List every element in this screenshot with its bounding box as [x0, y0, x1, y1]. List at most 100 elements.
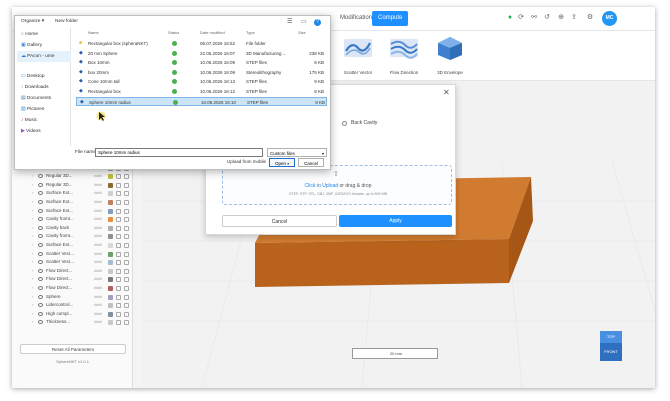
color-swatch[interactable]: [108, 243, 113, 248]
checkbox[interactable]: [124, 320, 129, 326]
open-button[interactable]: Open ▾: [269, 158, 295, 167]
checkbox[interactable]: [124, 243, 129, 248]
color-swatch[interactable]: [108, 174, 113, 180]
parameter-row[interactable]: › Thickness... ####: [12, 318, 133, 326]
chevron-right-icon[interactable]: ›: [32, 232, 33, 240]
checkbox[interactable]: [116, 208, 121, 214]
view-cube-top[interactable]: TOP: [600, 331, 622, 343]
checkbox[interactable]: [124, 234, 129, 240]
visibility-icon[interactable]: [38, 286, 43, 290]
color-swatch[interactable]: [108, 182, 113, 188]
checkbox[interactable]: [116, 225, 121, 231]
nav-item-downloads[interactable]: ↓ Downloads: [21, 82, 63, 93]
checkbox[interactable]: [124, 303, 129, 309]
view-cube-front[interactable]: FRONT: [600, 343, 622, 361]
nav-item-gallery[interactable]: ▣ Gallery: [21, 40, 63, 51]
history-icon[interactable]: ↺: [543, 14, 551, 22]
visibility-icon[interactable]: [38, 277, 43, 282]
nav-item-home[interactable]: ⌂ Home: [21, 29, 63, 40]
filetype-select[interactable]: Custom files ▾: [267, 148, 327, 157]
checkbox[interactable]: [116, 234, 121, 240]
visibility-icon[interactable]: [38, 234, 43, 239]
upload-link[interactable]: Click to Upload: [305, 183, 339, 189]
chevron-right-icon[interactable]: ›: [32, 181, 33, 189]
file-row[interactable]: ◆ box 20mm 10.06.2026 16:09 Stereolithograp…: [76, 68, 327, 77]
filename-input[interactable]: [95, 148, 263, 157]
checkbox[interactable]: [124, 294, 129, 300]
parameter-row[interactable]: › Scatter Vect... ####: [12, 250, 133, 258]
parameter-row[interactable]: › Cavity fromt... ####: [12, 215, 133, 223]
cancel-button[interactable]: Cancel: [222, 215, 337, 227]
visibility-icon[interactable]: [38, 311, 43, 316]
visibility-icon[interactable]: [38, 303, 43, 308]
parameter-row[interactable]: › Surface Ext... ####: [12, 241, 133, 249]
visibility-icon[interactable]: [38, 217, 43, 222]
apply-button[interactable]: Apply: [339, 215, 452, 227]
organize-menu[interactable]: Organize ▾: [21, 19, 44, 24]
visibility-icon[interactable]: [38, 243, 43, 247]
back-cavity-radio[interactable]: [342, 121, 347, 126]
chevron-right-icon[interactable]: ›: [32, 189, 33, 197]
color-swatch[interactable]: [108, 225, 113, 231]
parameter-row[interactable]: › Regular 3D... ####: [12, 172, 133, 180]
color-swatch[interactable]: [108, 294, 113, 300]
share-icon[interactable]: ⇪: [570, 14, 578, 22]
sync-icon[interactable]: ⟳: [517, 14, 525, 22]
chevron-right-icon[interactable]: ›: [32, 284, 33, 292]
checkbox[interactable]: [116, 191, 121, 197]
file-row[interactable]: ◆ Cone 10mm tall 10.06.2026 16:13 STEP file…: [76, 77, 327, 86]
file-row[interactable]: ◆ Sphere 10mm radius 10.06.2026 16:10 STEP …: [76, 96, 327, 106]
settings-icon[interactable]: ⚙: [586, 14, 594, 22]
upload-dropzone[interactable]: ⇧ Click to Upload or drag & drop STEP, S…: [222, 165, 452, 205]
nav-item-this-pc[interactable]: ☁ PAcon - ume: [17, 51, 71, 62]
link-icon[interactable]: ⚯: [530, 14, 538, 22]
parameter-row[interactable]: › Cavity fromt... ####: [12, 232, 133, 240]
chevron-right-icon[interactable]: ›: [32, 207, 33, 215]
user-avatar[interactable]: MC: [602, 11, 617, 26]
visibility-icon[interactable]: [38, 260, 43, 265]
chevron-right-icon[interactable]: ›: [32, 198, 33, 206]
checkbox[interactable]: [116, 217, 121, 223]
visibility-icon[interactable]: [38, 294, 43, 299]
new-folder-button[interactable]: New folder: [55, 19, 78, 24]
visibility-icon[interactable]: [38, 191, 43, 196]
nav-item-music[interactable]: ♪ Music: [21, 115, 63, 126]
chevron-right-icon[interactable]: ›: [32, 224, 33, 232]
visibility-icon[interactable]: [38, 182, 43, 187]
chevron-right-icon[interactable]: ›: [32, 310, 33, 318]
checkbox[interactable]: [116, 260, 121, 266]
file-row[interactable]: ◆ Box 10mm 10.06.2026 16:09 STEP files 8 KB: [76, 58, 327, 67]
parameter-row[interactable]: › Surface Ext... ####: [12, 189, 133, 197]
nav-item-documents[interactable]: ▤ Documents: [21, 93, 63, 104]
checkbox[interactable]: [124, 200, 129, 205]
scatter-vector-tool[interactable]: Scatter Vector: [336, 35, 380, 79]
visibility-icon[interactable]: [38, 225, 43, 230]
checkbox[interactable]: [116, 303, 121, 309]
chevron-right-icon[interactable]: ›: [32, 250, 33, 258]
view-cube[interactable]: TOP FRONT: [600, 331, 622, 361]
color-swatch[interactable]: [108, 260, 113, 266]
file-row[interactable]: ◆ Rectangular box 10.06.2026 16:12 STEP fil…: [76, 87, 327, 96]
parameter-row[interactable]: › Scatter Vect... ####: [12, 258, 133, 266]
checkbox[interactable]: [116, 294, 121, 300]
color-swatch[interactable]: [108, 320, 113, 326]
color-swatch[interactable]: [108, 286, 113, 291]
parameter-row[interactable]: › Flow Direct... ####: [12, 284, 133, 292]
parameter-row[interactable]: › Surface Ext... ####: [12, 198, 133, 206]
checkbox[interactable]: [124, 268, 129, 274]
chevron-right-icon[interactable]: ›: [32, 241, 33, 249]
color-swatch[interactable]: [108, 277, 113, 283]
checkbox[interactable]: [116, 182, 121, 188]
file-row[interactable]: ◆ 20 mm Sphere 22.05.2026 16:07 3D Manufact…: [76, 49, 327, 58]
nav-item-desktop[interactable]: ▭ Desktop: [21, 71, 63, 82]
preview-pane-icon[interactable]: ▭: [301, 18, 307, 25]
parameter-row[interactable]: › Flow Direct... ####: [12, 275, 133, 283]
checkbox[interactable]: [116, 311, 121, 317]
column-name[interactable]: Name: [88, 28, 99, 37]
color-swatch[interactable]: [108, 311, 113, 317]
checkbox[interactable]: [124, 174, 129, 180]
checkbox[interactable]: [124, 182, 129, 188]
tab-compute[interactable]: Compute: [372, 11, 409, 26]
chevron-right-icon[interactable]: ›: [32, 275, 33, 283]
chevron-right-icon[interactable]: ›: [32, 258, 33, 266]
